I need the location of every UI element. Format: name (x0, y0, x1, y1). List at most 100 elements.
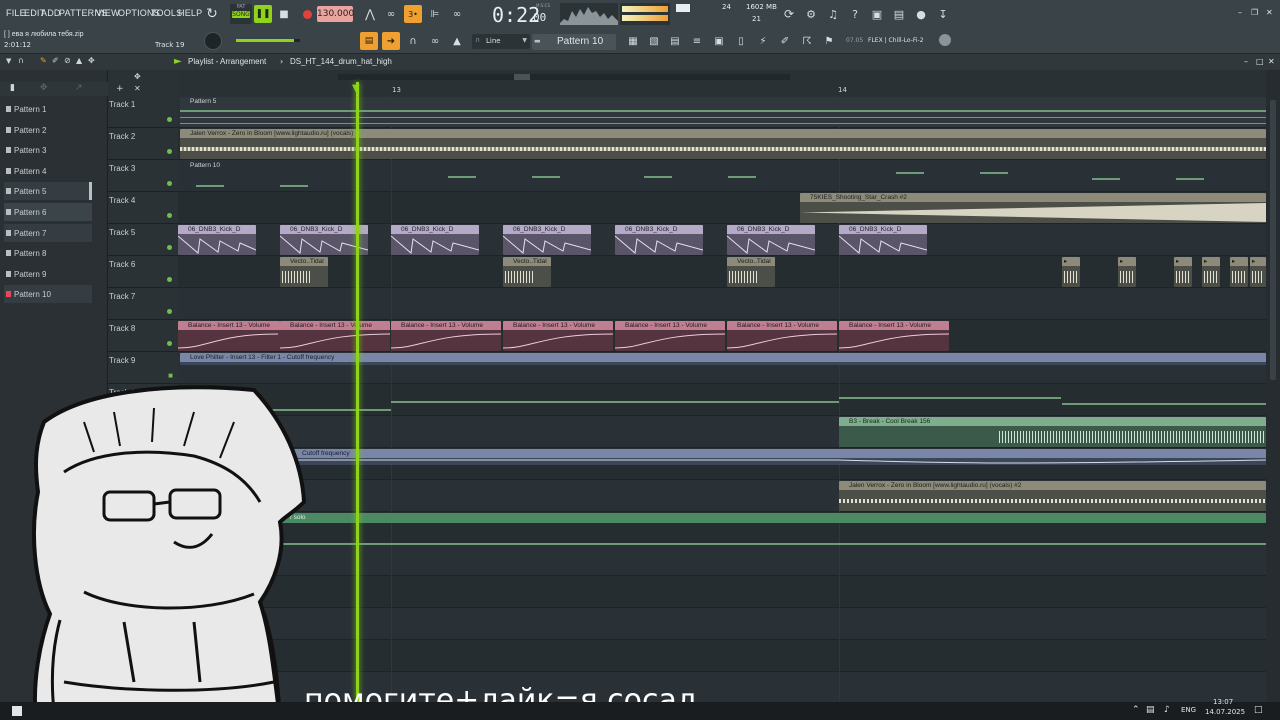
audio-clip-vecto[interactable]: Vecto..Tidal (280, 257, 328, 287)
audio-clip-kick[interactable]: 06_DNB3_Kick_D (503, 225, 591, 255)
network-icon[interactable]: ▤ (1146, 705, 1155, 715)
tempo-display[interactable]: 130.000 (317, 6, 354, 22)
playlist-maximize-icon[interactable]: □ (1256, 57, 1264, 66)
audio-clip-kick[interactable]: 06_DNB3_Kick_D (615, 225, 703, 255)
track-mute-led[interactable] (167, 341, 172, 346)
mixer-view-icon[interactable]: ≡ (688, 32, 706, 50)
master-volume-knob[interactable] (204, 32, 222, 50)
track-mute-led[interactable] (167, 149, 172, 154)
playlist-view-icon[interactable]: ▤ (360, 32, 378, 50)
countdown-icon[interactable]: 3• (404, 5, 422, 23)
cart-icon[interactable]: ☈ (798, 32, 816, 50)
help-icon[interactable]: ? (846, 5, 864, 23)
track-mute-led[interactable] (167, 309, 172, 314)
track-lane[interactable] (178, 384, 1266, 416)
audio-clip-small[interactable]: ▸ (1118, 257, 1136, 287)
pattern-clip-solo[interactable]: / solo (278, 513, 1266, 523)
wand-icon[interactable]: ↗ (75, 83, 83, 93)
pattern-list-scroll[interactable] (89, 182, 92, 200)
track-header[interactable]: Track 1 (108, 96, 178, 128)
track-mute-led[interactable] (167, 181, 172, 186)
pattern-item[interactable]: Pattern 1 (4, 100, 92, 118)
track-lane[interactable] (178, 544, 1266, 576)
pattern-clip[interactable]: Pattern 10 (180, 161, 1266, 191)
audio-clip-kick[interactable]: 06_DNB3_Kick_D (178, 225, 256, 255)
pattern-item[interactable]: Pattern 7 (4, 224, 92, 242)
tag-icon[interactable]: ⚑ (820, 32, 838, 50)
mixer-icon[interactable]: ⚙ (802, 5, 820, 23)
arrows-icon[interactable]: ✥ (134, 72, 141, 81)
timeline-ruler[interactable]: + ✕ ✥ 13 14 ▼ (108, 70, 1280, 96)
windows-start-icon[interactable] (12, 706, 22, 716)
audio-clip-small[interactable]: ▸ (1250, 257, 1266, 287)
pattern-item[interactable]: Pattern 2 (4, 121, 92, 139)
lock-icon[interactable]: ■ (168, 371, 173, 380)
automation-clip-cutoff[interactable]: Cutoff frequency (278, 449, 1266, 465)
audio-clip-vecto[interactable]: Vecto..Tidal (503, 257, 551, 287)
track-lane[interactable] (178, 288, 1266, 320)
volume-icon[interactable]: ♪ (1164, 705, 1170, 715)
arrow-right-icon[interactable]: ➜ (382, 32, 400, 50)
playhead-line[interactable] (356, 82, 359, 702)
chat-icon[interactable]: ● (912, 5, 930, 23)
stop-button[interactable]: ■ (275, 5, 293, 23)
automation-clip[interactable]: Balance - Insert 13 - Volume (503, 321, 613, 351)
menu-add[interactable]: ADD (41, 8, 61, 18)
stamp-icon[interactable]: ▲ (448, 32, 466, 50)
record-button[interactable] (298, 5, 316, 23)
news-text[interactable]: FLEX | Chill-Lo-Fi-2 (868, 37, 924, 44)
scrollbar-thumb[interactable] (1270, 100, 1276, 380)
window-minimize-icon[interactable]: – (1238, 8, 1242, 17)
loop-icon[interactable]: ↻ (203, 5, 221, 23)
brush-icon[interactable]: ✐ (776, 32, 794, 50)
audio-clip-kick[interactable]: 06_DNB3_Kick_D (839, 225, 927, 255)
pencil-icon[interactable]: ✎ (40, 56, 47, 65)
magnet-small-icon[interactable]: ∩ (18, 56, 24, 65)
pattern-item[interactable]: Pattern 9 (4, 265, 92, 283)
delete-tool-icon[interactable]: ⊘ (64, 56, 71, 65)
add-track-icon[interactable]: + (116, 84, 124, 94)
track-header[interactable]: Track 8 (108, 320, 178, 352)
audio-clip-crash[interactable]: 75KIES_Shooting_Star_Crash #2 (800, 193, 1266, 223)
magnet-icon[interactable]: ∩ (404, 32, 422, 50)
clock-date[interactable]: 14.07.2025 (1205, 708, 1245, 716)
notification-icon[interactable]: □ (1254, 705, 1263, 715)
audio-clip-vocals-2[interactable]: Jalen Verrox - Zero in Bloom [www.lighta… (839, 481, 1266, 511)
window-close-icon[interactable]: ✕ (1266, 8, 1273, 17)
audio-clip-small[interactable]: ▸ (1062, 257, 1080, 287)
piano-icon[interactable]: ▮ (10, 83, 15, 93)
window-restore-icon[interactable]: ❐ (1251, 8, 1258, 17)
track-lane[interactable] (178, 608, 1266, 640)
playlist-current-clip[interactable]: DS_HT_144_drum_hat_high (290, 57, 392, 66)
track-header[interactable]: Track 9 ■ (108, 352, 178, 384)
track-header[interactable]: Track 2 (108, 128, 178, 160)
pattern-clip[interactable]: Pattern 5 (180, 97, 1266, 127)
audio-clip-kick[interactable]: 06_DNB3_Kick_D (727, 225, 815, 255)
pattern-item[interactable]: Pattern 6 (4, 203, 92, 221)
track-lane[interactable] (178, 576, 1266, 608)
menu-file[interactable]: FILE (6, 8, 26, 18)
playlist-minimize-icon[interactable]: – (1244, 57, 1248, 66)
audio-clip-kick[interactable]: 06_DNB3_Kick_D (391, 225, 479, 255)
playlist-grid[interactable]: Pattern 5 Jalen Verrox - Zero in Bloom [… (178, 96, 1266, 702)
menu-help[interactable]: HELP (178, 8, 202, 18)
microphone-icon[interactable]: ♫ (824, 5, 842, 23)
pattern-item-selected[interactable]: Pattern 10 (4, 285, 92, 303)
pattern-item[interactable]: Pattern 5 (4, 182, 92, 200)
browser-icon[interactable]: ▣ (710, 32, 728, 50)
master-pitch-slider[interactable] (236, 39, 300, 42)
refresh-icon[interactable]: ⟳ (780, 5, 798, 23)
track-header[interactable]: Track 6 (108, 256, 178, 288)
channel-rack-icon[interactable]: ▧ (645, 32, 663, 50)
snap-select[interactable]: ∩ Line ▼ (472, 34, 530, 49)
tray-chevron-icon[interactable]: ⌃ (1132, 705, 1140, 715)
playlist-vertical-scrollbar[interactable] (1266, 70, 1280, 702)
wait-record-icon[interactable]: ∞ (382, 5, 400, 23)
pat-song-switch[interactable]: PAT SONG (230, 4, 252, 24)
pattern-select[interactable]: ▬ Pattern 10 (532, 34, 616, 50)
language-indicator[interactable]: ENG (1181, 706, 1196, 714)
menu-arrow-icon[interactable]: ▼ (6, 57, 11, 65)
pattern-item[interactable]: Pattern 4 (4, 162, 92, 180)
audio-clip-break[interactable]: B3 - Break - Cool Break 156 (839, 417, 1266, 447)
track-lane[interactable] (178, 256, 1266, 288)
